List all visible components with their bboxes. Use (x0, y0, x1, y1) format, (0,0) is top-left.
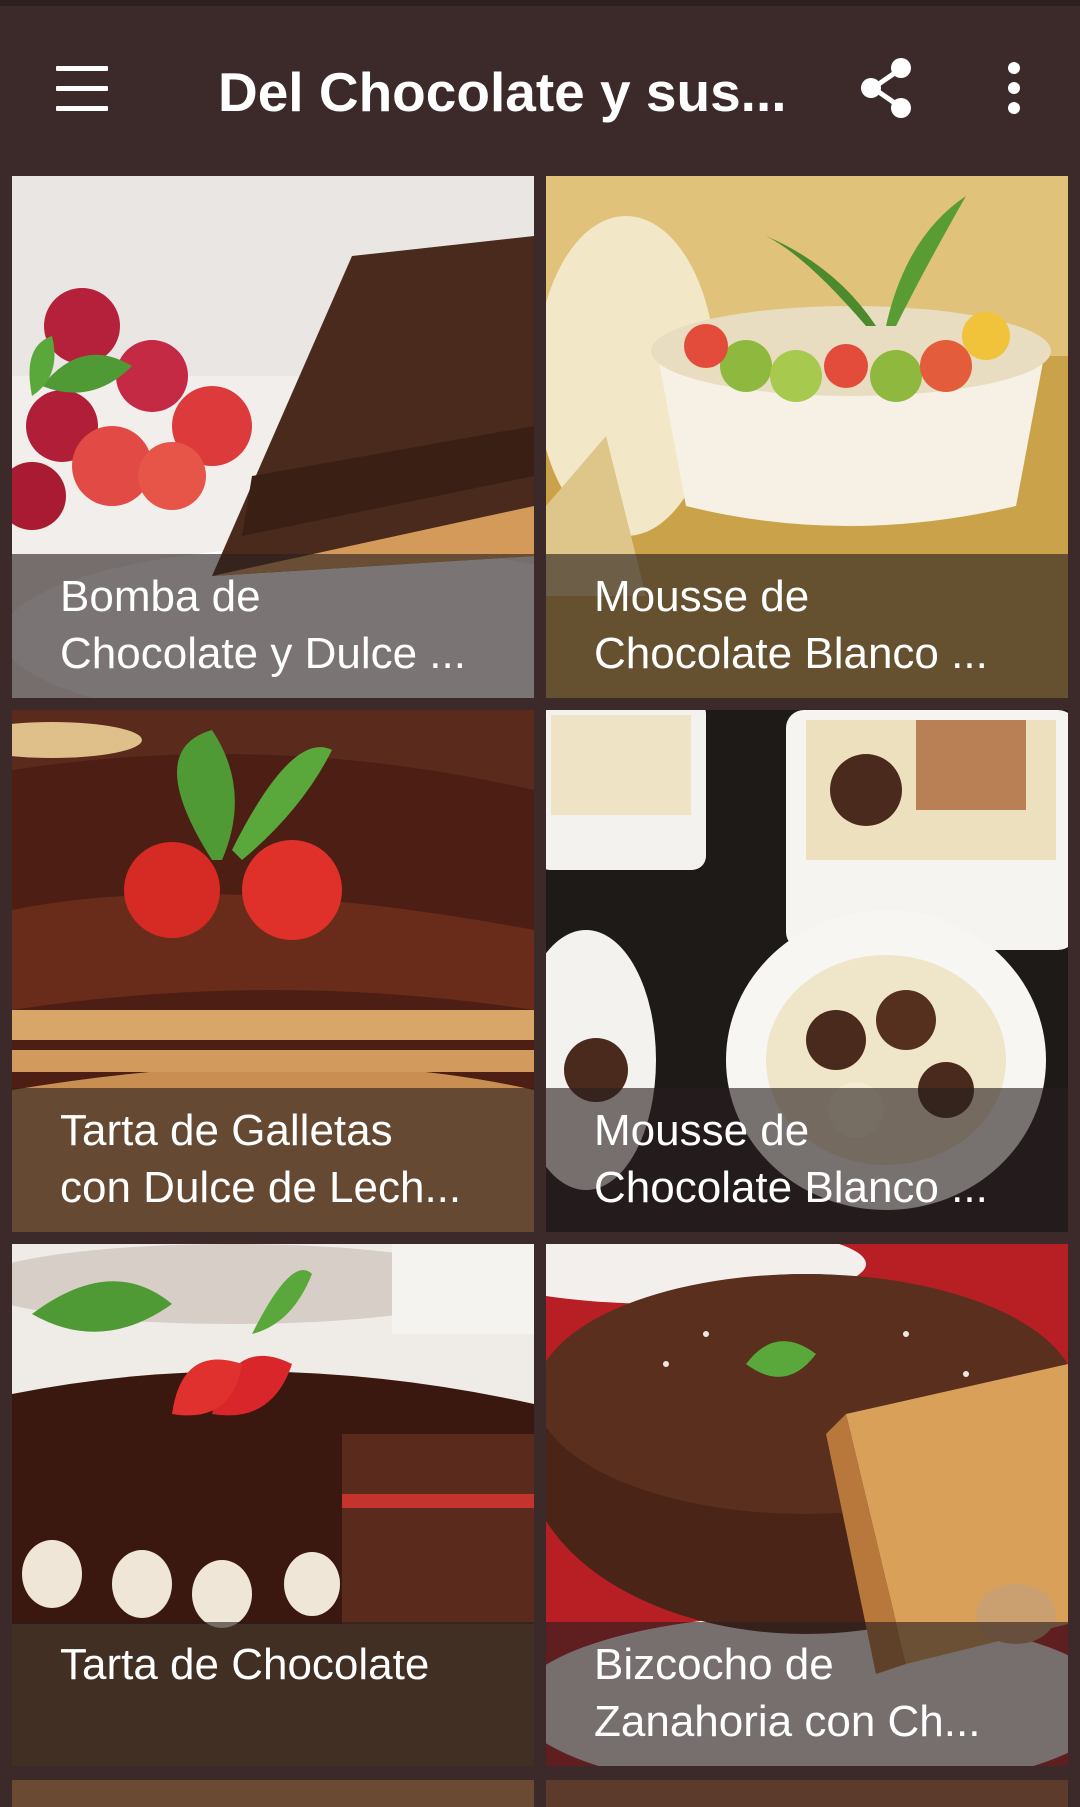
recipe-title-line: Chocolate Blanco ... (594, 1163, 988, 1212)
share-icon[interactable] (855, 56, 919, 120)
recipe-title-line: Tarta de Galletas (60, 1106, 393, 1155)
partial-card[interactable] (12, 1780, 534, 1807)
recipe-title-line: Chocolate y Dulce ... (60, 629, 466, 678)
recipe-grid: Bomba de Chocolate y Dulce ... Mousse de… (0, 174, 1080, 1807)
recipe-title-line: Bizcocho de (594, 1640, 834, 1689)
recipe-card[interactable]: Bomba de Chocolate y Dulce ... (12, 176, 534, 698)
caption-overlay: Tarta de Chocolate (12, 1622, 534, 1766)
recipe-title-line: con Dulce de Lech... (60, 1163, 462, 1212)
recipe-title-line: Zanahoria con Ch... (594, 1697, 981, 1746)
caption-overlay: Mousse de Chocolate Blanco ... (546, 1088, 1068, 1232)
app-bar: Del Chocolate y sus... (0, 0, 1080, 174)
recipe-card[interactable]: Mousse de Chocolate Blanco ... (546, 176, 1068, 698)
status-strip (0, 0, 1080, 6)
caption-overlay: Bizcocho de Zanahoria con Ch... (546, 1622, 1068, 1766)
caption-overlay: Mousse de Chocolate Blanco ... (546, 554, 1068, 698)
more-vert-icon[interactable] (990, 58, 1038, 122)
recipe-title-line: Tarta de Chocolate (60, 1640, 430, 1689)
hamburger-menu-icon[interactable] (52, 62, 116, 114)
app-title: Del Chocolate y sus... (218, 61, 787, 123)
recipe-title-line: Bomba de (60, 572, 261, 621)
recipe-card[interactable]: Bizcocho de Zanahoria con Ch... (546, 1244, 1068, 1766)
recipe-title-line: Chocolate Blanco ... (594, 629, 988, 678)
partial-card[interactable] (546, 1780, 1068, 1807)
recipe-card[interactable]: Tarta de Chocolate (12, 1244, 534, 1766)
caption-overlay: Tarta de Galletas con Dulce de Lech... (12, 1088, 534, 1232)
recipe-title-line: Mousse de (594, 1106, 810, 1155)
caption-overlay: Bomba de Chocolate y Dulce ... (12, 554, 534, 698)
recipe-card[interactable]: Mousse de Chocolate Blanco ... (546, 710, 1068, 1232)
recipe-title-line: Mousse de (594, 572, 810, 621)
recipe-card[interactable]: Tarta de Galletas con Dulce de Lech... (12, 710, 534, 1232)
